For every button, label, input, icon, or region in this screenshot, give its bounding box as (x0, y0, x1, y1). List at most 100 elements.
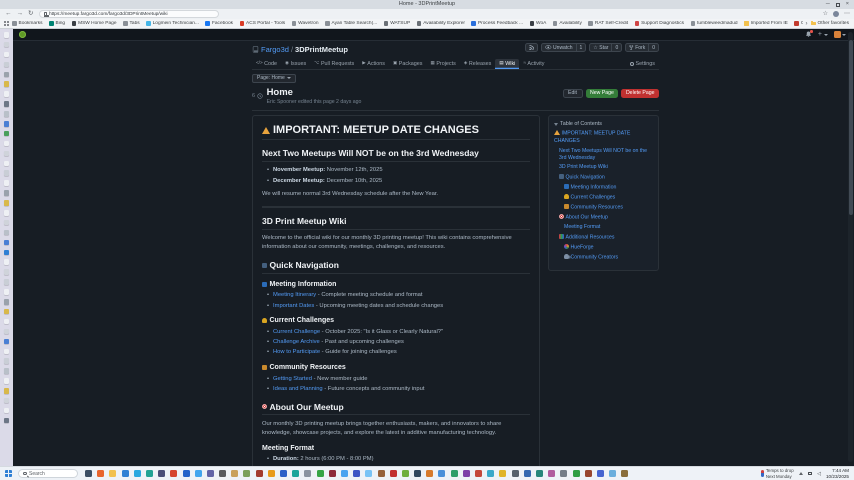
toc-link[interactable]: HueForge (554, 244, 653, 252)
desktop-shortcut-icon[interactable] (4, 72, 10, 78)
bookmark-item[interactable]: Support Diagnostics (635, 21, 684, 26)
taskbar-app-icon[interactable] (585, 470, 592, 477)
taskbar-app-icon[interactable] (487, 470, 494, 477)
desktop-shortcut-icon[interactable] (4, 180, 10, 186)
bookmark-item[interactable]: Tabs (123, 21, 140, 26)
repo-owner-link[interactable]: Fargo3d (261, 45, 289, 54)
toc-link[interactable]: Additional Resources (554, 234, 653, 242)
edit-button[interactable]: Edit (563, 89, 583, 98)
bookmark-item[interactable]: Facebook (205, 21, 233, 26)
desktop-shortcut-icon[interactable] (4, 368, 10, 374)
desktop-shortcut-icon[interactable] (4, 32, 10, 38)
bookmark-item[interactable]: Process Feedback ... (471, 21, 523, 26)
repo-tab-activity[interactable]: ≈Activity (519, 59, 548, 70)
desktop-shortcut-icon[interactable] (4, 408, 10, 414)
desktop-shortcut-icon[interactable] (4, 250, 10, 256)
star-count[interactable]: 0 (611, 44, 621, 51)
toc-link[interactable]: Community Resources (554, 204, 653, 212)
bookmark-item[interactable]: Ayan Table Search(... (325, 21, 377, 26)
content-link[interactable]: Current Challenge (273, 329, 320, 335)
revisions-link[interactable]: 6 (252, 93, 263, 99)
repo-tab-settings[interactable]: Settings (626, 59, 659, 70)
toc-header[interactable]: Table of Contents (554, 121, 653, 127)
bookmark-item[interactable]: ChiliPeppr - Hardw... (794, 21, 802, 26)
taskbar-app-icon[interactable] (109, 470, 116, 477)
taskbar-app-icon[interactable] (438, 470, 445, 477)
taskbar-app-icon[interactable] (256, 470, 263, 477)
taskbar-app-icon[interactable] (536, 470, 543, 477)
back-button[interactable]: ← (5, 9, 12, 19)
desktop-shortcut-icon[interactable] (4, 52, 10, 58)
desktop-shortcut-icon[interactable] (4, 349, 10, 355)
taskbar-app-icon[interactable] (524, 470, 531, 477)
desktop-shortcut-icon[interactable] (4, 259, 10, 265)
repo-tab-actions[interactable]: ▶Actions (358, 59, 389, 70)
bookmark-item[interactable]: Bookmarks (12, 21, 43, 26)
repo-tab-projects[interactable]: ▦Projects (426, 59, 459, 70)
desktop-shortcut-icon[interactable] (4, 319, 10, 325)
taskbar-app-icon[interactable] (158, 470, 165, 477)
profile-icon[interactable] (833, 11, 839, 17)
taskbar-app-icon[interactable] (97, 470, 104, 477)
taskbar-app-icon[interactable] (304, 470, 311, 477)
content-link[interactable]: Challenge Archive (273, 339, 320, 345)
content-link[interactable]: Important Dates (273, 303, 314, 309)
favorites-star-icon[interactable]: ☆ (823, 9, 828, 19)
bookmark-item[interactable]: Logmein Technician... (146, 21, 199, 26)
create-new-button[interactable]: + (818, 29, 828, 41)
taskbar-app-icon[interactable] (353, 470, 360, 477)
gitea-logo-icon[interactable] (19, 31, 26, 38)
taskbar-app-icon[interactable] (134, 470, 141, 477)
weather-widget[interactable]: Temps to drop Next Monday (761, 468, 793, 479)
taskbar-app-icon[interactable] (560, 470, 567, 477)
page-selector-dropdown[interactable]: Page: Home (252, 74, 296, 83)
fork-count[interactable]: 0 (648, 44, 658, 51)
watch-count[interactable]: 1 (576, 44, 586, 51)
other-favorites-button[interactable]: Other favorites (811, 21, 849, 26)
taskbar-app-icon[interactable] (268, 470, 275, 477)
taskbar-app-icon[interactable] (243, 470, 250, 477)
bookmark-item[interactable]: MSW Home Page (72, 21, 117, 26)
bookmark-item[interactable]: Imported From IE (744, 21, 788, 26)
desktop-shortcut-icon[interactable] (4, 121, 10, 127)
desktop-shortcut-icon[interactable] (4, 131, 10, 137)
desktop-shortcut-icon[interactable] (4, 220, 10, 226)
content-link[interactable]: Ideas and Planning (273, 386, 323, 392)
toc-link[interactable]: Quick Navigation (554, 174, 653, 182)
taskbar-app-icon[interactable] (402, 470, 409, 477)
bookmark-item[interactable]: tumbleweedmadud (691, 21, 738, 26)
taskbar-app-icon[interactable] (451, 470, 458, 477)
content-link[interactable]: Meeting Itinerary (273, 292, 316, 298)
toc-link[interactable]: IMPORTANT: MEETUP DATE CHANGES (554, 130, 653, 145)
repo-tab-issues[interactable]: ◉Issues (281, 59, 310, 70)
scrollbar-thumb[interactable] (849, 40, 853, 215)
desktop-shortcut-icon[interactable] (4, 190, 10, 196)
desktop-shortcut-icon[interactable] (4, 62, 10, 68)
new-page-button[interactable]: New Page (586, 89, 619, 98)
taskbar-app-icon[interactable] (426, 470, 433, 477)
tray-display-icon[interactable] (808, 472, 813, 476)
repo-tab-code[interactable]: </>Code (252, 59, 281, 70)
taskbar-app-icon[interactable] (597, 470, 604, 477)
notifications-bell-icon[interactable] (805, 31, 812, 38)
taskbar-app-icon[interactable] (280, 470, 287, 477)
tray-volume-icon[interactable]: ◁ (817, 471, 821, 477)
desktop-shortcut-icon[interactable] (4, 42, 10, 48)
toc-link[interactable]: 3D Print Meetup Wiki (554, 164, 653, 171)
star-button[interactable]: ☆Star 0 (589, 43, 622, 52)
desktop-shortcut-icon[interactable] (4, 141, 10, 147)
taskbar-clock[interactable]: 7:44 AM 10/23/2025 (826, 468, 849, 480)
desktop-shortcut-icon[interactable] (4, 309, 10, 315)
taskbar-app-icon[interactable] (292, 470, 299, 477)
fork-button[interactable]: Fork 0 (625, 43, 659, 52)
taskbar-app-icon[interactable] (183, 470, 190, 477)
taskbar-app-icon[interactable] (365, 470, 372, 477)
taskbar-app-icon[interactable] (609, 470, 616, 477)
taskbar-app-icon[interactable] (463, 470, 470, 477)
start-button[interactable] (5, 470, 12, 477)
desktop-shortcut-icon[interactable] (4, 161, 10, 167)
bookmark-item[interactable]: Availability (553, 21, 582, 26)
menu-dots-icon[interactable]: ⋯ (844, 9, 850, 19)
toc-link[interactable]: Meeting Information (554, 184, 653, 192)
desktop-shortcut-icon[interactable] (4, 230, 10, 236)
